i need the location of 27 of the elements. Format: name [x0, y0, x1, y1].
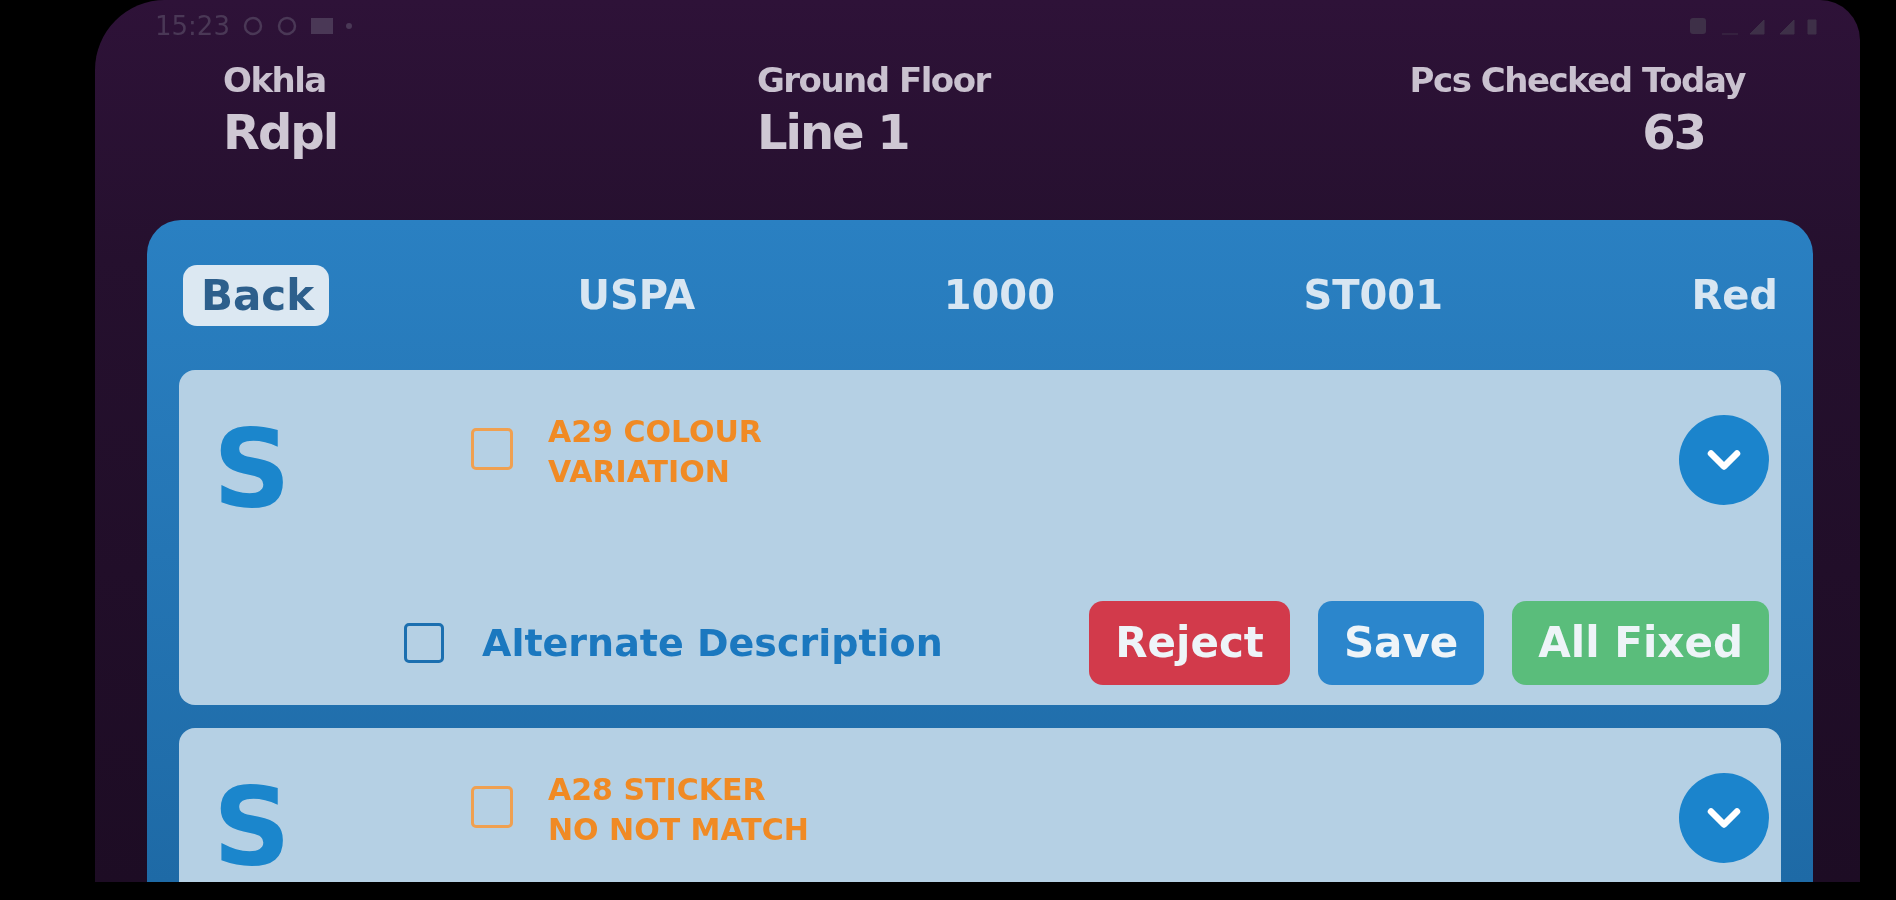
signal-icon	[1720, 16, 1820, 36]
order-field: Red	[1691, 272, 1778, 318]
defect-label: A29 COLOUR VARIATION	[548, 413, 762, 491]
order-field: ST001	[1303, 272, 1444, 318]
header-caption: Pcs Checked Today	[1409, 60, 1745, 100]
defect-label: A28 STICKER NO NOT MATCH	[548, 771, 809, 849]
reject-button[interactable]: Reject	[1089, 600, 1290, 685]
checkbox[interactable]	[404, 622, 444, 663]
back-button[interactable]: Back	[183, 264, 329, 326]
header-value: Line 1	[756, 104, 909, 160]
save-button[interactable]: Save	[1317, 600, 1485, 685]
header-caption: Ground Floor	[756, 60, 990, 100]
alarm-icon	[1688, 16, 1708, 36]
checkbox[interactable]	[471, 428, 513, 470]
checkbox[interactable]	[471, 786, 513, 828]
chat-icon	[275, 15, 298, 37]
order-field: USPA	[577, 272, 696, 318]
header-value: 63	[1642, 104, 1705, 160]
order-field: 1000	[943, 272, 1056, 318]
header-caption: Okhla	[223, 60, 326, 100]
header-value: Rdpl	[223, 104, 338, 160]
grade-letter: S	[213, 415, 292, 523]
chat-icon	[241, 15, 264, 37]
alternate-description-label: Alternate Description	[482, 620, 943, 665]
image-icon	[309, 16, 334, 36]
grade-letter: S	[213, 773, 292, 881]
dot-icon	[345, 23, 352, 29]
